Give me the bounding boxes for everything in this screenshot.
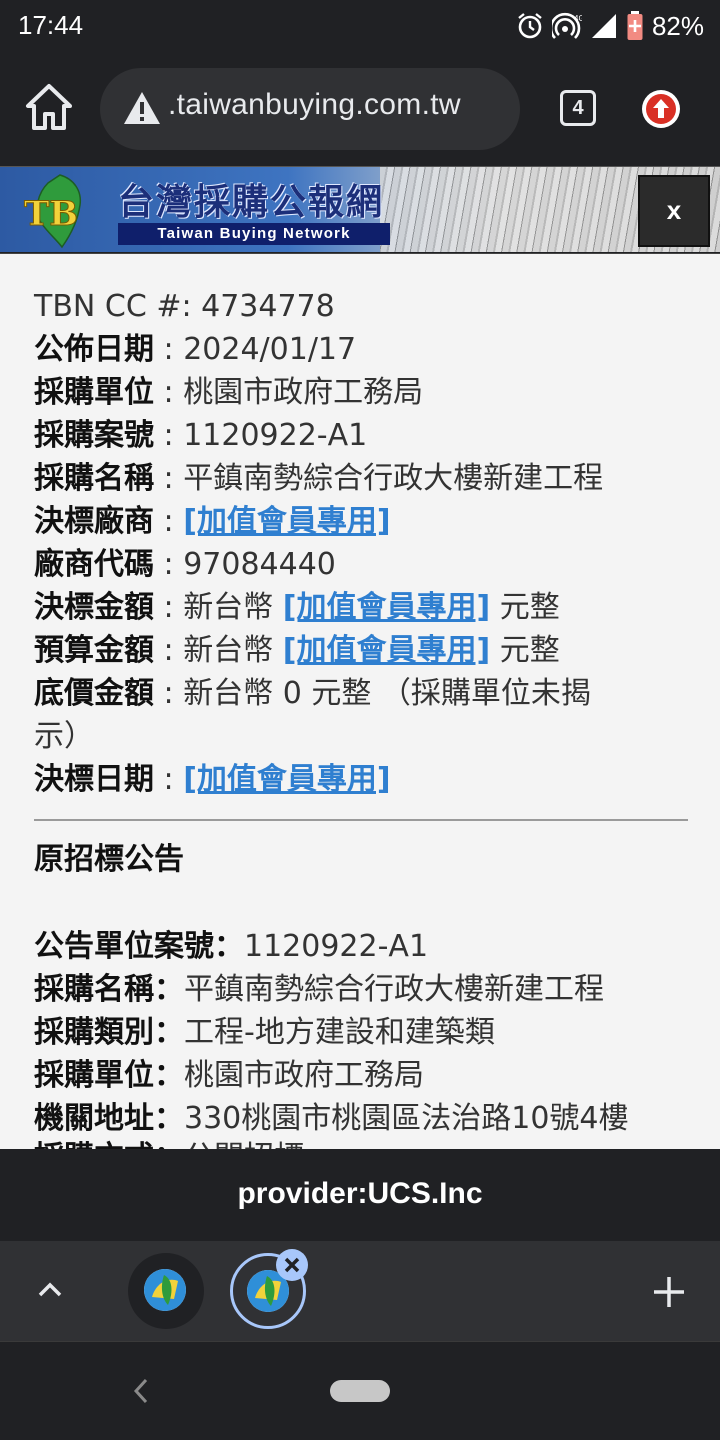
record-row-base-price-continued: 示） [34, 719, 94, 754]
field-value: 2024/01/17 [183, 332, 357, 367]
browser-toolbar: .taiwanbuying.com.tw 4 [0, 52, 720, 164]
back-icon[interactable] [128, 1376, 152, 1406]
record-row-budget-amount: 預算金額 : 新台幣 [加值會員專用] 元整 [34, 633, 560, 668]
status-time: 17:44 [18, 10, 84, 40]
field-value: 新台幣 0 元整 （採購單位未揭 [183, 676, 591, 711]
url-bar[interactable]: .taiwanbuying.com.tw [100, 68, 520, 150]
field-label: 決標廠商 [34, 504, 154, 539]
home-icon[interactable] [24, 82, 74, 134]
field-value: 平鎮南勢綜合行政大樓新建工程 [183, 461, 604, 496]
page-content: TBN CC #: 4734778 公佈日期 : 2024/01/17 採購單位… [0, 253, 720, 1149]
alarm-icon [516, 12, 544, 40]
tab-thumbnail[interactable] [128, 1253, 204, 1329]
record-row-award-date: 決標日期 : [加值會員專用] [34, 762, 391, 797]
system-nav-bar [0, 1341, 720, 1440]
battery-percentage: 82% [651, 10, 704, 41]
notice-row-method: 採購方式：公開招標 [34, 1138, 304, 1149]
notice-row-case-number: 公告單位案號：1120922-A1 [34, 929, 429, 964]
signal-icon [590, 12, 618, 40]
tbn-value: 4734778 [201, 289, 335, 324]
member-only-link[interactable]: [加值會員專用] [283, 633, 490, 668]
tab-favicon [144, 1269, 186, 1311]
field-value: 桃園市政府工務局 [183, 375, 424, 410]
status-bar: 17:44 4G 82% [0, 0, 720, 52]
notice-row-name: 採購名稱：平鎮南勢綜合行政大樓新建工程 [34, 972, 604, 1007]
record-row-vendor-code: 廠商代碼 : 97084440 [34, 547, 336, 582]
field-label: 決標金額 [34, 590, 154, 625]
field-label: 預算金額 [34, 633, 154, 668]
record-row-base-price: 底價金額 : 新台幣 0 元整 （採購單位未揭 [34, 676, 591, 711]
field-value: 97084440 [183, 547, 336, 582]
field-label: 採購名稱 [34, 461, 154, 496]
tab-strip [0, 1241, 720, 1341]
section-heading: 原招標公告 [34, 842, 184, 877]
notice-row-agency: 採購單位：桃園市政府工務局 [34, 1058, 424, 1093]
tbn-number-row: TBN CC #: 4734778 [34, 287, 335, 327]
field-value: 1120922-A1 [183, 418, 368, 453]
field-label: 採購單位 [34, 375, 154, 410]
tab-switcher-icon[interactable]: 4 [560, 90, 596, 126]
svg-text:TB: TB [24, 194, 78, 234]
section-divider [34, 819, 688, 821]
status-icons: 4G 82% [516, 8, 704, 44]
svg-text:4G: 4G [574, 14, 582, 23]
close-icon[interactable] [276, 1249, 308, 1281]
member-only-link[interactable]: [加值會員專用] [183, 762, 390, 797]
record-row-publish-date: 公佈日期 : 2024/01/17 [34, 332, 357, 367]
plus-icon[interactable] [650, 1273, 688, 1311]
chevron-up-icon[interactable] [32, 1273, 68, 1309]
field-label: 採購案號 [34, 418, 154, 453]
hotspot-icon: 4G [551, 12, 582, 40]
field-label: 底價金額 [34, 676, 154, 711]
record-row-name: 採購名稱 : 平鎮南勢綜合行政大樓新建工程 [34, 461, 604, 496]
site-banner: TB 台灣採購公報網 Taiwan Buying Network x [0, 166, 720, 252]
field-label: 廠商代碼 [34, 547, 154, 582]
battery-icon [626, 11, 644, 41]
banner-title: 台灣採購公報網 [118, 181, 385, 223]
member-only-link[interactable]: [加值會員專用] [183, 504, 390, 539]
record-row-award-amount: 決標金額 : 新台幣 [加值會員專用] 元整 [34, 590, 560, 625]
close-banner-button[interactable]: x [638, 175, 710, 247]
notice-row-address: 機關地址：330桃園市桃園區法治路10號4樓 [34, 1101, 629, 1136]
provider-text: provider:UCS.Inc [237, 1177, 483, 1210]
warning-icon[interactable] [122, 90, 162, 126]
home-pill-icon[interactable] [330, 1380, 390, 1402]
provider-bar: provider:UCS.Inc [0, 1149, 720, 1241]
update-icon[interactable] [642, 90, 680, 128]
field-label: 公佈日期 [34, 332, 154, 367]
tbn-label: TBN CC #: [34, 289, 192, 324]
url-text[interactable]: .taiwanbuying.com.tw [168, 88, 461, 122]
record-row-winner: 決標廠商 : [加值會員專用] [34, 504, 391, 539]
tb-logo: TB [22, 173, 92, 249]
field-label: 決標日期 [34, 762, 154, 797]
record-row-agency: 採購單位 : 桃園市政府工務局 [34, 375, 424, 410]
member-only-link[interactable]: [加值會員專用] [283, 590, 490, 625]
banner-subtitle: Taiwan Buying Network [118, 223, 390, 245]
record-row-case-number: 採購案號 : 1120922-A1 [34, 418, 368, 453]
notice-row-category: 採購類別：工程-地方建設和建築類 [34, 1015, 495, 1050]
